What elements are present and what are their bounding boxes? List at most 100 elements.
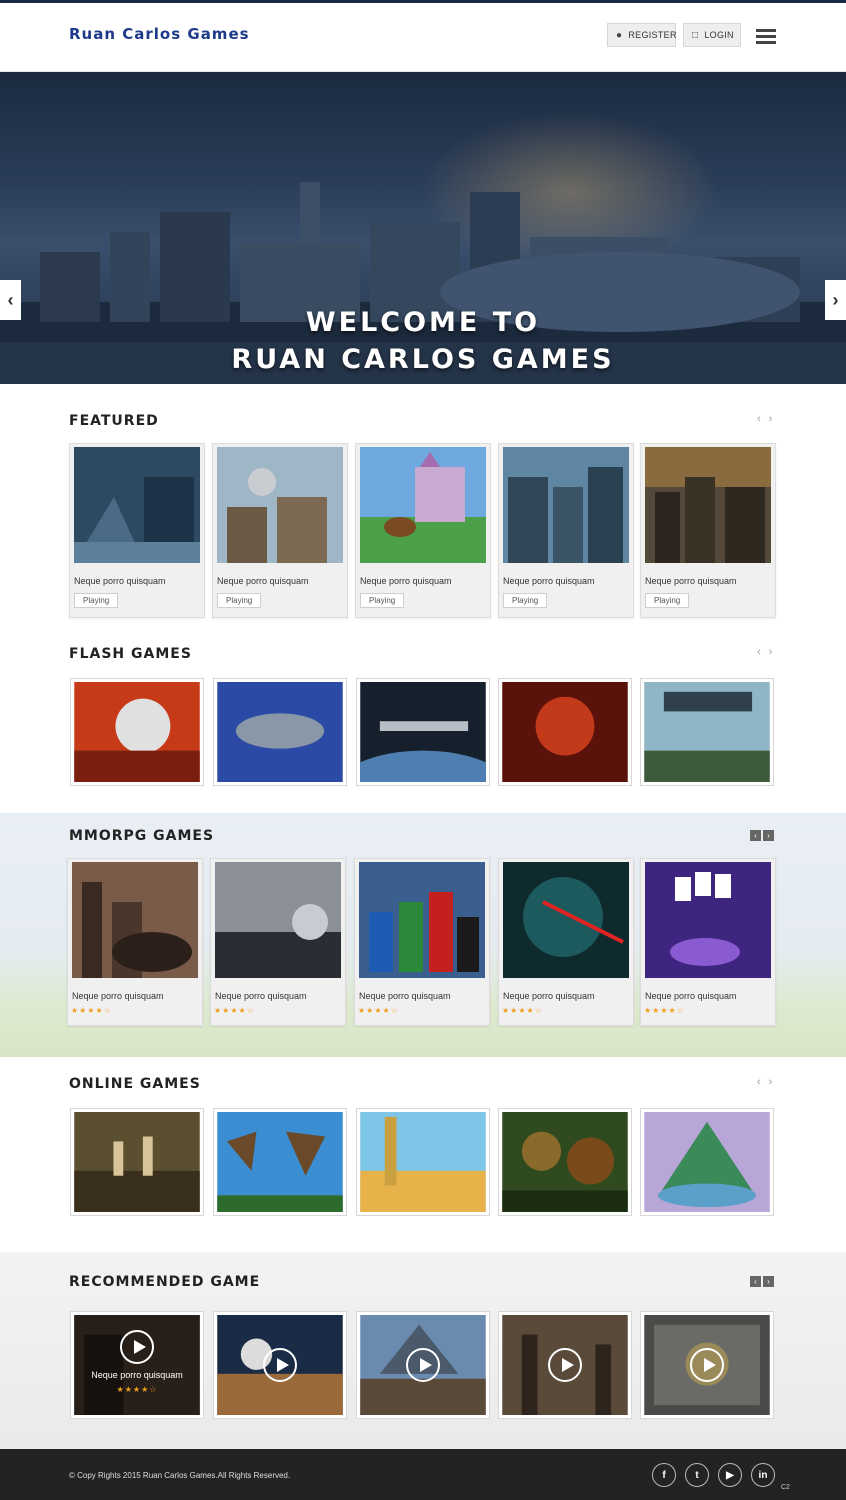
user-icon: ● xyxy=(616,29,623,41)
login-label: LOGIN xyxy=(704,30,734,40)
play-icon[interactable] xyxy=(548,1348,582,1382)
linkedin-icon[interactable]: in xyxy=(751,1463,775,1487)
mmorpg-card[interactable]: Neque porro quisquam ★★★★☆ xyxy=(67,858,203,1026)
game-thumbnail xyxy=(215,862,341,978)
rating-stars: ★★★★☆ xyxy=(358,1006,399,1015)
game-thumbnail xyxy=(644,1112,770,1212)
game-thumbnail xyxy=(645,862,771,978)
recommended-next-button[interactable]: › xyxy=(763,1276,774,1287)
game-title: Neque porro quisquam xyxy=(645,991,737,1001)
game-thumbnail xyxy=(74,1112,200,1212)
playing-tag[interactable]: Playing xyxy=(503,593,548,608)
youtube-icon[interactable]: ▶ xyxy=(718,1463,742,1487)
mmorpg-card[interactable]: Neque porro quisquam ★★★★☆ xyxy=(354,858,490,1026)
register-button[interactable]: ● REGISTER xyxy=(607,23,676,47)
twitter-icon[interactable]: t xyxy=(685,1463,709,1487)
site-logo[interactable]: Ruan Carlos Games xyxy=(69,25,250,43)
site-footer: © Copy Rights 2015 Ruan Carlos Games.All… xyxy=(0,1449,846,1500)
game-title: Neque porro quisquam xyxy=(72,991,164,1001)
online-game-tile[interactable] xyxy=(498,1108,632,1216)
recommended-game-heading: Recommended Game xyxy=(69,1274,261,1290)
mmorpg-card[interactable]: Neque porro quisquam ★★★★☆ xyxy=(640,858,776,1026)
online-next-button[interactable]: › xyxy=(769,1076,781,1088)
flash-next-button[interactable]: › xyxy=(769,646,781,658)
hero-next-button[interactable]: › xyxy=(825,280,846,320)
mmorpg-carousel-nav: ‹ › xyxy=(750,830,774,841)
hero-title-line1: WELCOME TO xyxy=(305,307,541,338)
featured-card[interactable]: Neque porro quisquam Playing xyxy=(640,443,776,618)
facebook-icon[interactable]: f xyxy=(652,1463,676,1487)
featured-card[interactable]: Neque porro quisquam Playing xyxy=(355,443,491,618)
mmorpg-prev-button[interactable]: ‹ xyxy=(750,830,761,841)
flash-game-tile[interactable] xyxy=(334,678,512,830)
recommended-game-tile[interactable] xyxy=(498,1311,632,1419)
game-thumbnail xyxy=(645,447,771,563)
play-icon[interactable] xyxy=(406,1348,440,1382)
rating-stars: ★★★★☆ xyxy=(644,1006,685,1015)
online-game-tile[interactable] xyxy=(70,1108,204,1216)
mmorpg-card[interactable]: Neque porro quisquam ★★★★☆ xyxy=(210,858,346,1026)
flash-prev-button[interactable]: ‹ xyxy=(757,646,769,658)
flash-carousel-nav: ‹› xyxy=(757,646,780,658)
login-button[interactable]: □ LOGIN xyxy=(683,23,741,47)
game-title: Neque porro quisquam xyxy=(645,576,737,586)
lock-icon: □ xyxy=(692,29,699,41)
recommended-game-tile[interactable] xyxy=(213,1311,347,1419)
flash-games-heading: Flash Games xyxy=(69,646,192,662)
game-thumbnail xyxy=(74,682,200,782)
featured-card[interactable]: Neque porro quisquam Playing xyxy=(498,443,634,618)
game-thumbnail xyxy=(334,682,512,830)
play-icon[interactable] xyxy=(690,1348,724,1382)
recommended-game-tile[interactable] xyxy=(356,1311,490,1419)
mmorpg-games-heading: MMORPG Games xyxy=(69,828,215,844)
game-thumbnail xyxy=(217,682,343,782)
featured-prev-button[interactable]: ‹ xyxy=(757,413,769,425)
site-header: Ruan Carlos Games ● REGISTER □ LOGIN xyxy=(0,3,846,72)
playing-tag[interactable]: Playing xyxy=(217,593,262,608)
play-icon[interactable] xyxy=(263,1348,297,1382)
recommended-game-tile[interactable] xyxy=(640,1311,774,1419)
play-icon[interactable] xyxy=(120,1330,154,1364)
game-title: Neque porro quisquam xyxy=(74,576,166,586)
flash-game-tile[interactable] xyxy=(640,678,774,786)
mmorpg-next-button[interactable]: › xyxy=(763,830,774,841)
featured-card[interactable]: Neque porro quisquam Playing xyxy=(69,443,205,618)
hero-prev-button[interactable]: ‹ xyxy=(0,280,21,320)
online-game-tile[interactable] xyxy=(640,1108,774,1216)
online-carousel-nav: ‹› xyxy=(757,1076,780,1088)
featured-next-button[interactable]: › xyxy=(769,413,781,425)
recommended-carousel-nav: ‹ › xyxy=(750,1276,774,1287)
playing-tag[interactable]: Playing xyxy=(74,593,119,608)
featured-heading: Featured xyxy=(69,413,159,429)
flash-game-tile[interactable] xyxy=(70,678,204,786)
online-prev-button[interactable]: ‹ xyxy=(757,1076,769,1088)
game-thumbnail xyxy=(359,862,485,978)
menu-icon[interactable] xyxy=(756,29,776,45)
register-label: REGISTER xyxy=(628,30,677,40)
game-title: Neque porro quisquam xyxy=(503,576,595,586)
recommended-prev-button[interactable]: ‹ xyxy=(750,1276,761,1287)
flash-game-tile[interactable] xyxy=(213,678,347,786)
online-game-tile[interactable] xyxy=(356,1108,490,1216)
game-thumbnail xyxy=(360,447,486,563)
playing-tag[interactable]: Playing xyxy=(360,593,405,608)
recommended-game-tile[interactable]: Neque porro quisquam ★★★★☆ xyxy=(70,1311,204,1419)
hero-slider: WELCOME TO RUAN CARLOS GAMES ‹ › xyxy=(0,72,846,384)
rating-stars: ★★★★☆ xyxy=(214,1006,255,1015)
game-thumbnail xyxy=(503,862,629,978)
game-title: Neque porro quisquam xyxy=(215,991,307,1001)
rating-stars: ★★★★☆ xyxy=(116,1385,158,1394)
playing-tag[interactable]: Playing xyxy=(645,593,690,608)
online-game-tile[interactable] xyxy=(213,1108,347,1216)
copyright-text: © Copy Rights 2015 Ruan Carlos Games.All… xyxy=(69,1471,291,1480)
featured-card[interactable]: Neque porro quisquam Playing xyxy=(212,443,348,618)
game-thumbnail xyxy=(502,682,628,782)
hero-title: WELCOME TO RUAN CARLOS GAMES xyxy=(0,304,846,378)
mmorpg-card[interactable]: Neque porro quisquam ★★★★☆ xyxy=(498,858,634,1026)
game-thumbnail xyxy=(644,682,770,782)
flash-game-tile[interactable] xyxy=(498,678,632,786)
game-title: Neque porro quisquam xyxy=(359,991,451,1001)
online-games-heading: Online Games xyxy=(69,1076,201,1092)
game-thumbnail xyxy=(74,447,200,563)
rating-stars: ★★★★☆ xyxy=(502,1006,543,1015)
